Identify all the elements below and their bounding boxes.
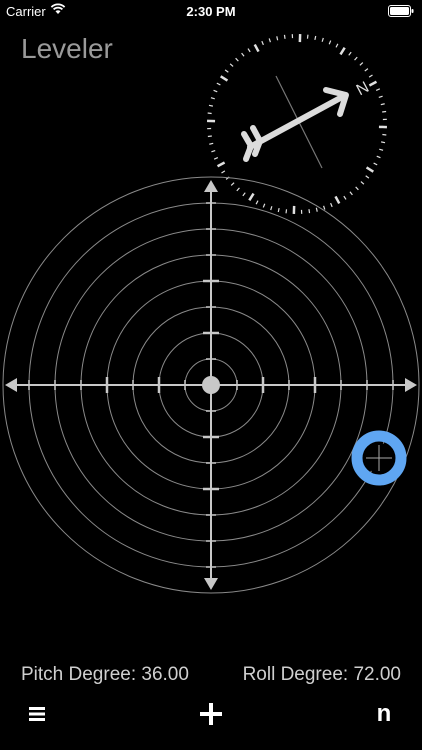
compass-tick xyxy=(216,161,226,168)
compass-tick xyxy=(355,186,359,191)
compass-tick xyxy=(349,191,353,196)
compass-tick xyxy=(376,155,381,159)
compass-tick xyxy=(380,141,386,144)
pitch-readout: Pitch Degree: 36.00 xyxy=(21,664,189,685)
roll-readout: Roll Degree: 72.00 xyxy=(242,664,401,685)
compass-tick xyxy=(368,80,378,87)
arrow-left xyxy=(5,378,17,392)
compass-tick xyxy=(277,207,280,213)
compass-tick xyxy=(328,40,332,45)
compass-tick xyxy=(209,142,214,145)
level-grid xyxy=(2,176,420,594)
compass-tick xyxy=(213,89,218,93)
compass-tick xyxy=(364,68,369,72)
compass-tick xyxy=(220,75,229,82)
arrow-right xyxy=(405,378,417,392)
menu-button[interactable] xyxy=(17,696,57,732)
compass-tick xyxy=(229,63,234,67)
compass-tick xyxy=(314,35,317,41)
arrow-top xyxy=(204,180,218,192)
compass-tick xyxy=(382,110,387,113)
compass-tick xyxy=(378,95,383,98)
compass-tick xyxy=(253,43,260,53)
n-button[interactable]: n xyxy=(364,696,404,732)
compass-tick xyxy=(270,206,273,211)
compass-tick xyxy=(339,47,346,56)
compass-tick xyxy=(330,202,333,208)
compass-tick xyxy=(213,157,219,160)
compass-tick xyxy=(207,135,212,138)
compass-tick xyxy=(247,48,251,53)
compass-tick xyxy=(248,192,255,201)
arrow-bottom xyxy=(204,578,218,590)
compass-tick xyxy=(208,104,214,107)
compass-tick xyxy=(255,200,259,205)
compass-tick xyxy=(210,97,215,100)
compass-tick xyxy=(235,57,239,62)
compass-tick xyxy=(375,88,381,91)
compass-tick xyxy=(315,207,318,212)
compass-tick xyxy=(343,195,347,200)
bubble xyxy=(351,430,407,486)
compass-tick xyxy=(380,103,385,106)
compass-tick xyxy=(211,150,216,153)
compass-tick xyxy=(221,170,226,174)
compass-tick xyxy=(360,181,365,185)
compass-tick xyxy=(354,56,358,61)
compass-tick xyxy=(224,69,229,73)
compass-tick xyxy=(348,51,352,56)
compass-tick xyxy=(276,36,279,41)
compass-tick xyxy=(216,82,221,86)
menu-icon xyxy=(29,707,45,721)
compass-tick xyxy=(308,209,311,214)
level-graphic: N xyxy=(2,34,420,594)
compass-tick xyxy=(230,182,235,186)
compass-tick xyxy=(323,205,326,210)
compass-arrow-icon xyxy=(241,87,349,162)
compass-tick xyxy=(335,43,339,48)
compass-tick xyxy=(261,40,264,46)
compass-tick xyxy=(262,203,266,208)
compass-tick xyxy=(379,148,384,151)
compass-tick xyxy=(283,34,286,39)
compass-tick xyxy=(373,162,378,166)
compass-tick xyxy=(242,192,246,197)
compass-tick xyxy=(268,38,271,43)
compass-tick xyxy=(334,195,341,205)
compass-tick xyxy=(321,37,324,42)
center-dot xyxy=(202,376,220,394)
add-button[interactable] xyxy=(191,696,231,732)
compass-tick xyxy=(368,74,373,78)
compass-tick xyxy=(236,187,240,192)
compass-tick xyxy=(241,52,245,57)
compass-north-label: N xyxy=(354,79,372,99)
compass-tick xyxy=(365,175,370,179)
plus-icon xyxy=(200,703,222,725)
compass: N xyxy=(207,34,387,214)
compass-tick xyxy=(365,166,374,173)
compass-tick xyxy=(359,62,364,66)
